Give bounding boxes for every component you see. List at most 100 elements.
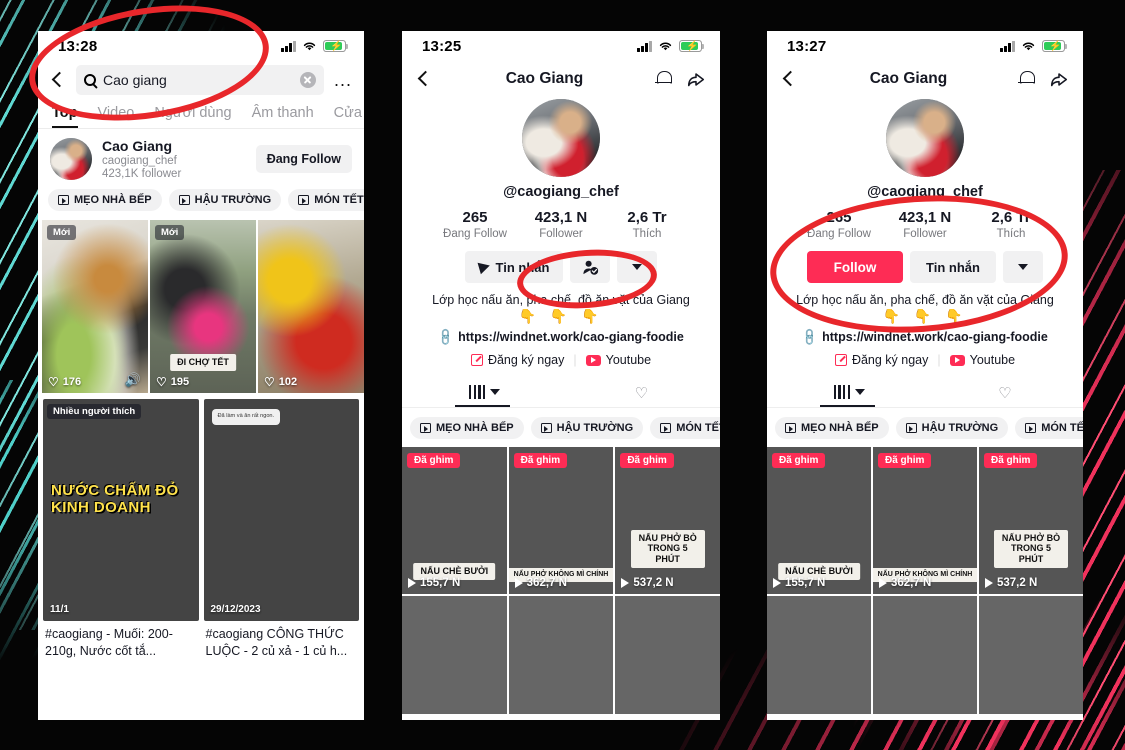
- video-tile[interactable]: Đã ghim NẤU CHÈ BƯỞI 155,7 N: [767, 447, 871, 594]
- header-actions: [654, 70, 706, 89]
- heart-icon: ♡: [264, 375, 275, 389]
- like-count: ♡ 195: [156, 375, 190, 389]
- stat-followers[interactable]: 423,1 N Follower: [882, 209, 968, 240]
- video-tile[interactable]: [615, 596, 720, 714]
- stat-likes[interactable]: 2,6 Tr Thích: [604, 209, 690, 240]
- bell-icon[interactable]: [654, 70, 672, 89]
- battery-charging-icon: ⚡: [679, 40, 705, 52]
- search-input[interactable]: Cao giang: [76, 65, 324, 95]
- battery-charging-icon: ⚡: [1042, 40, 1068, 52]
- signup-link[interactable]: Đăng ký ngay: [470, 353, 564, 367]
- follow-button[interactable]: Follow: [807, 251, 903, 283]
- video-tile[interactable]: Đã ghim NẤU PHỞ KHÔNG MÌ CHÍNH 362,7 N: [873, 447, 977, 594]
- tab-video[interactable]: Video: [98, 105, 135, 128]
- video-tile[interactable]: Mới ĐI CHỢ TẾT ♡ 195: [150, 220, 256, 393]
- video-thumbnail: Nhiều người thích NƯỚC CHẤM ĐỎ KINH DOAN…: [43, 399, 199, 621]
- playlist-chip[interactable]: MẸO NHÀ BẾP: [48, 189, 162, 211]
- playlist-chip[interactable]: MÓN TẾT 2024: [288, 189, 364, 211]
- clear-icon[interactable]: [299, 72, 316, 88]
- video-tile[interactable]: [873, 596, 977, 714]
- video-tile[interactable]: ♡ 102: [258, 220, 364, 393]
- playlist-label: MÓN TẾT: [676, 422, 720, 434]
- phone-screenshot-profile-unfollowed: 13:27 ⚡ Cao Giang @caogiang_chef 265 Đan…: [767, 31, 1083, 720]
- video-card[interactable]: Đã làm và ăn rất ngon. 29/12/2023 #caogi…: [203, 399, 359, 660]
- playlist-label: HẬU TRƯỜNG: [194, 194, 272, 206]
- bell-icon[interactable]: [1017, 70, 1035, 89]
- playlist-chip[interactable]: HẬU TRƯỜNG: [530, 417, 644, 439]
- avatar[interactable]: [886, 99, 964, 177]
- playlist-chip[interactable]: MẸO NHÀ BẾP: [775, 417, 889, 439]
- more-actions-button[interactable]: [617, 251, 658, 283]
- phone-screenshot-profile-following: 13:25 ⚡ Cao Giang @caogiang_chef 265 Đan…: [402, 31, 720, 720]
- more-options-icon[interactable]: ...: [332, 71, 354, 89]
- stat-following[interactable]: 265 Đang Follow: [796, 209, 882, 240]
- tab-users[interactable]: Người dùng: [154, 105, 231, 128]
- header-actions: [1017, 70, 1069, 89]
- video-overlay-text: ĐI CHỢ TẾT: [170, 354, 236, 371]
- back-icon[interactable]: [779, 67, 799, 91]
- back-icon[interactable]: [414, 67, 434, 91]
- stat-following[interactable]: 265 Đang Follow: [432, 209, 518, 240]
- video-tile[interactable]: [402, 596, 507, 714]
- back-icon[interactable]: [48, 68, 68, 92]
- tab-shop[interactable]: Cửa hàng: [334, 105, 364, 128]
- youtube-link[interactable]: Youtube: [949, 353, 1015, 367]
- video-thumbnail: Đã làm và ăn rất ngon. 29/12/2023: [203, 399, 359, 621]
- video-tile[interactable]: Đã ghim NẤU PHỞ KHÔNG MÌ CHÍNH 362,7 N: [508, 447, 614, 594]
- playlist-chip[interactable]: MẸO NHÀ BẾP: [410, 417, 524, 439]
- youtube-link[interactable]: Youtube: [585, 353, 652, 367]
- message-label: Tin nhắn: [926, 259, 980, 275]
- stat-value: 265: [462, 209, 488, 226]
- screenshot-canvas: 13:28 ⚡ Cao giang ... Top Video Người dù…: [0, 0, 1125, 750]
- heart-icon: ♡: [156, 375, 167, 389]
- following-button[interactable]: Đang Follow: [255, 145, 352, 173]
- video-tile[interactable]: [767, 596, 871, 714]
- playlist-label: MÓN TẾT 2024: [314, 194, 364, 206]
- share-icon[interactable]: [686, 70, 706, 89]
- search-header: Cao giang ...: [38, 61, 364, 101]
- status-clock: 13:27: [787, 37, 827, 55]
- video-tile[interactable]: [979, 596, 1083, 714]
- add-friend-button[interactable]: [570, 251, 611, 283]
- more-actions-button[interactable]: [1003, 251, 1043, 283]
- video-card[interactable]: Nhiều người thích NƯỚC CHẤM ĐỎ KINH DOAN…: [43, 399, 199, 660]
- tab-top[interactable]: Top: [52, 105, 78, 128]
- profile-link-row[interactable]: 🔗 https://windnet.work/cao-giang-foodie: [767, 327, 1083, 347]
- tab-sounds[interactable]: Âm thanh: [252, 105, 314, 128]
- youtube-label: Youtube: [605, 353, 652, 367]
- message-button[interactable]: Tin nhắn: [464, 251, 564, 283]
- video-tile[interactable]: Đã ghim NẤU PHỞ BÒ TRONG 5 PHÚT 537,2 N: [979, 447, 1083, 594]
- view-count: 155,7 N: [773, 577, 825, 589]
- video-caption: #caogiang - Muối: 200-210g, Nước cốt tắ.…: [45, 627, 173, 658]
- message-button[interactable]: Tin nhắn: [910, 251, 996, 283]
- account-result-card[interactable]: Cao Giang caogiang_chef 423,1K follower …: [38, 129, 364, 186]
- signal-icon: [1000, 40, 1015, 52]
- share-icon[interactable]: [1049, 70, 1069, 89]
- video-title-overlay: NƯỚC CHẤM ĐỎ KINH DOANH: [51, 482, 179, 516]
- status-indicators: ⚡: [281, 40, 349, 52]
- speaker-icon: 🔊: [124, 372, 141, 387]
- comment-overlay: Đã làm và ăn rất ngon.: [211, 409, 281, 425]
- tab-liked[interactable]: ♡: [635, 379, 653, 407]
- account-handle: caogiang_chef: [102, 155, 177, 167]
- playlist-chip[interactable]: HẬU TRƯỜNG: [895, 417, 1009, 439]
- signup-link[interactable]: Đăng ký ngay: [834, 353, 928, 367]
- play-icon: [773, 578, 781, 588]
- playlist-chip[interactable]: MÓN TẾT: [650, 417, 720, 439]
- tab-liked[interactable]: ♡: [998, 379, 1016, 407]
- profile-link-row[interactable]: 🔗 https://windnet.work/cao-giang-foodie: [402, 327, 720, 347]
- stat-likes[interactable]: 2,6 Tr Thích: [968, 209, 1054, 240]
- video-date: 11/1: [50, 604, 69, 615]
- video-tile[interactable]: Đã ghim NẤU PHỞ BÒ TRONG 5 PHÚT 537,2 N: [615, 447, 720, 594]
- video-tile[interactable]: Đã ghim NẤU CHÈ BƯỞI 155,7 N: [402, 447, 507, 594]
- playlist-chip[interactable]: MÓN TẾT: [1015, 417, 1083, 439]
- video-tile[interactable]: [508, 596, 614, 714]
- tab-videos[interactable]: [819, 380, 875, 407]
- playlist-chip[interactable]: HẬU TRƯỜNG: [168, 189, 282, 211]
- tab-videos[interactable]: [455, 380, 511, 407]
- stat-followers[interactable]: 423,1 N Follower: [518, 209, 604, 240]
- video-tile[interactable]: Mới ♡ 176 🔊: [42, 220, 148, 393]
- view-count: 362,7 N: [514, 577, 567, 589]
- status-bar: 13:25 ⚡: [402, 31, 720, 61]
- avatar[interactable]: [522, 99, 600, 177]
